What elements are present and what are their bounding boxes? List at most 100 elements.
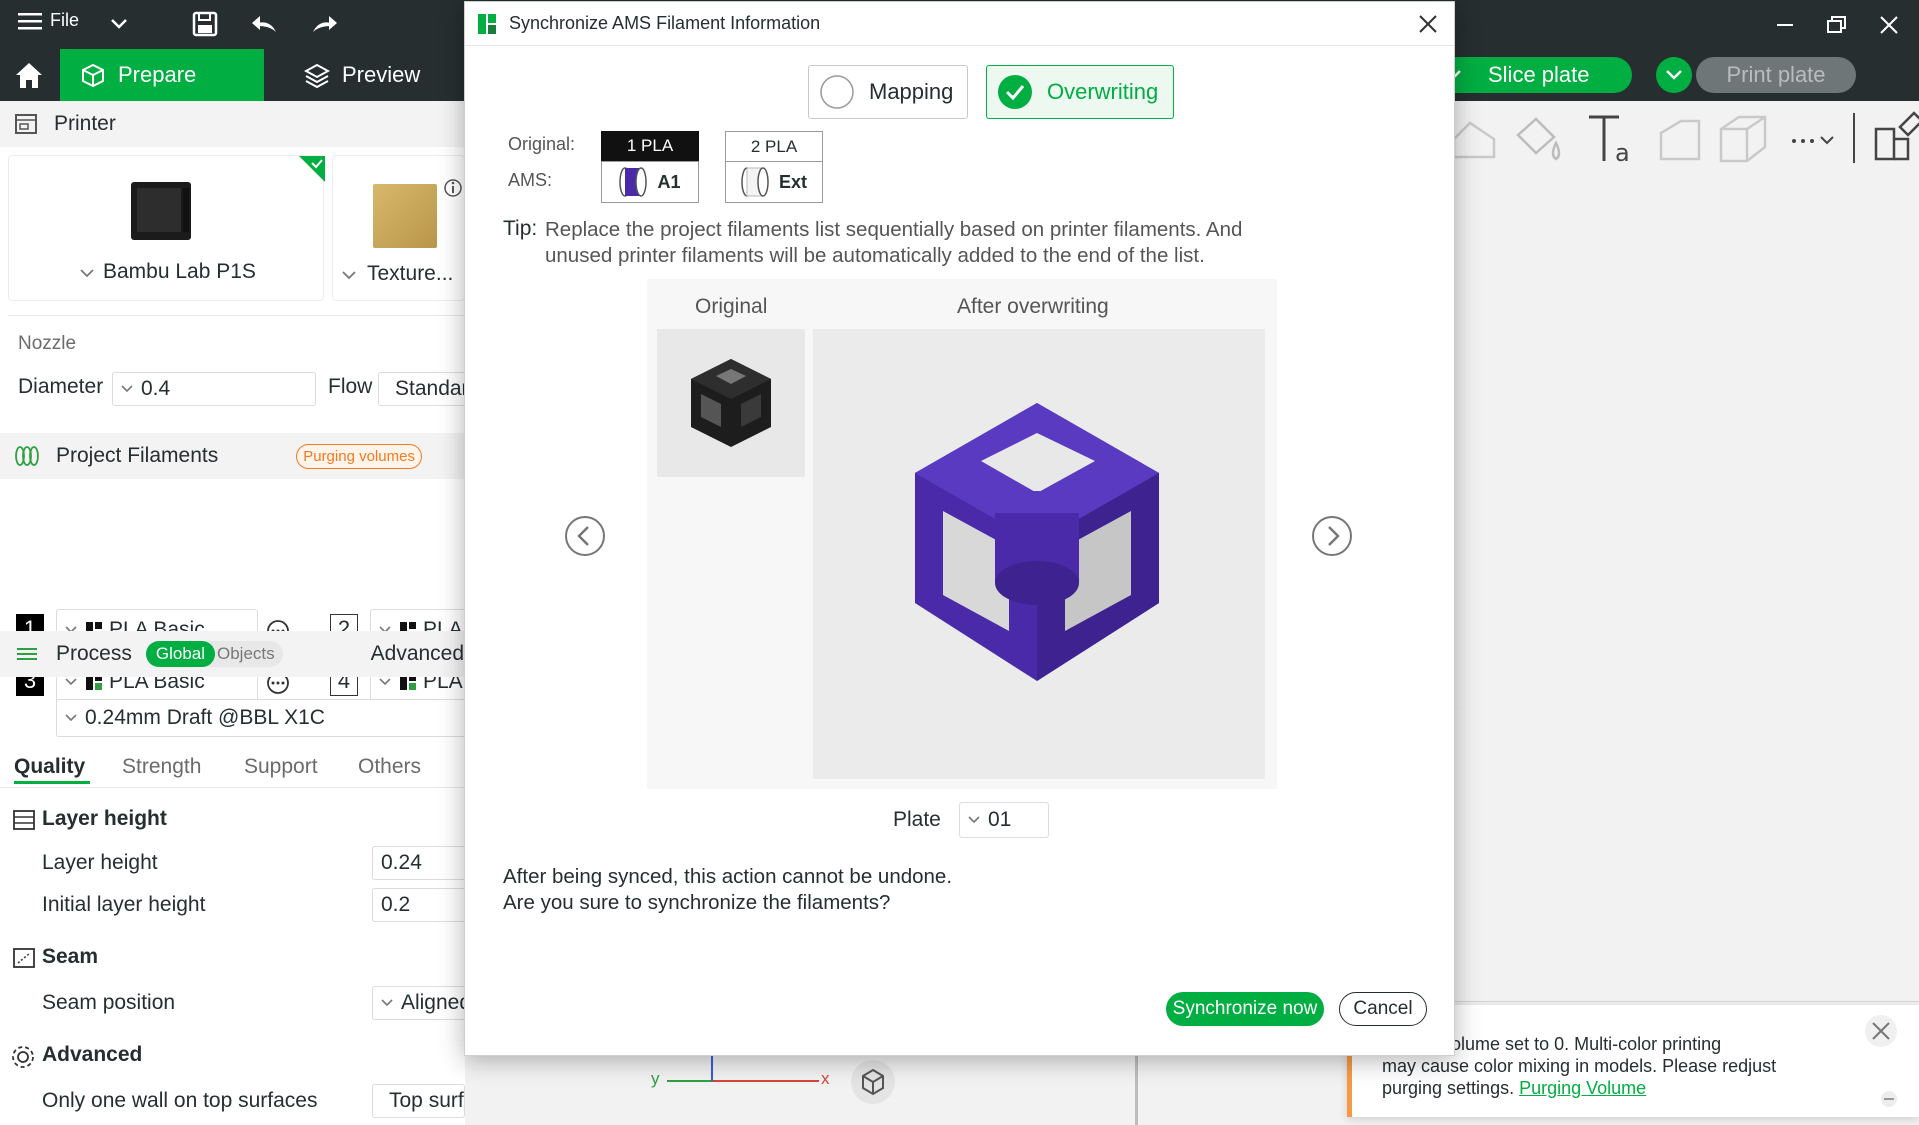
chevron-down-icon[interactable] bbox=[110, 18, 128, 30]
cancel-button[interactable]: Cancel bbox=[1339, 992, 1427, 1026]
y-axis-label: y bbox=[651, 1069, 660, 1088]
diameter-select[interactable]: 0.4 bbox=[112, 372, 316, 406]
color-paint-icon[interactable] bbox=[1510, 113, 1566, 165]
objects-toggle-option[interactable]: Objects bbox=[215, 641, 283, 667]
bambu-logo-icon bbox=[478, 13, 496, 34]
home-icon[interactable] bbox=[14, 61, 44, 89]
plate-value: 01 bbox=[988, 808, 1012, 831]
close-notification-icon[interactable] bbox=[1863, 1013, 1899, 1049]
purging-volume-link[interactable]: Purging Volume bbox=[1519, 1078, 1646, 1098]
sync-ams-dialog: Synchronize AMS Filament Information Map… bbox=[464, 1, 1455, 1056]
text-tool-icon[interactable]: a bbox=[1585, 111, 1641, 167]
printer-section-header: Printer bbox=[0, 101, 465, 147]
next-plate-icon[interactable] bbox=[1311, 515, 1353, 557]
filaments-header-label: Project Filaments bbox=[56, 444, 219, 467]
subtab-strength[interactable]: Strength bbox=[122, 755, 201, 779]
process-layers-icon bbox=[17, 648, 37, 660]
chevron-down-icon bbox=[65, 678, 77, 686]
split-objects-icon[interactable] bbox=[1870, 109, 1919, 165]
one-wall-select[interactable]: Top surfaces bbox=[372, 1084, 465, 1118]
process-profile-value: 0.24mm Draft @BBL X1C bbox=[85, 706, 325, 729]
process-profile-select[interactable]: 0.24mm Draft @BBL X1C bbox=[56, 699, 476, 737]
redo-icon[interactable] bbox=[311, 12, 339, 36]
plate-label: Plate bbox=[893, 808, 941, 831]
chevron-down-icon bbox=[342, 271, 356, 280]
undo-icon[interactable] bbox=[250, 12, 278, 36]
global-objects-toggle[interactable]: Global Objects bbox=[145, 641, 283, 667]
original-row-label: Original: bbox=[508, 134, 576, 154]
toolbar-divider bbox=[1853, 113, 1855, 163]
synchronize-now-button[interactable]: Synchronize now bbox=[1166, 992, 1324, 1026]
subtab-active-underline bbox=[14, 781, 90, 784]
advanced-group-title: Advanced bbox=[42, 1043, 143, 1066]
slice-plate-button[interactable]: Slice plate bbox=[1430, 57, 1632, 93]
assembly-icon[interactable] bbox=[1715, 111, 1771, 167]
printer-thumbnail-icon bbox=[131, 182, 191, 240]
plate-type-card[interactable]: Texture... bbox=[332, 155, 465, 301]
hamburger-icon bbox=[18, 12, 42, 29]
slot2-ams-chip[interactable]: Ext bbox=[725, 161, 823, 203]
initial-layer-height-label: Initial layer height bbox=[42, 893, 206, 916]
plate-select[interactable]: 01 bbox=[959, 802, 1049, 838]
advanced-toggle-label[interactable]: Advanced bbox=[371, 642, 464, 666]
tab-prepare[interactable]: Prepare bbox=[60, 49, 264, 101]
seam-position-label: Seam position bbox=[42, 991, 176, 1014]
print-plate-button[interactable]: Print plate bbox=[1696, 57, 1856, 93]
seam-position-select[interactable]: Aligned bbox=[372, 986, 472, 1020]
info-icon[interactable] bbox=[443, 178, 463, 198]
slot1-ams-chip[interactable]: A1 bbox=[601, 161, 699, 203]
overwriting-option[interactable]: Overwriting bbox=[986, 65, 1174, 119]
print-dropdown-button[interactable] bbox=[1656, 57, 1692, 93]
chevron-down-icon bbox=[80, 269, 94, 278]
subtab-support[interactable]: Support bbox=[244, 755, 318, 779]
file-menu-label: File bbox=[50, 10, 80, 30]
original-thumbnail bbox=[657, 329, 805, 477]
chevron-down-icon bbox=[968, 816, 980, 824]
tip-line-2: unused printer filaments will be automat… bbox=[545, 244, 1205, 267]
layer-height-input[interactable]: 0.24 bbox=[372, 846, 472, 880]
slot2-ams-label: Ext bbox=[778, 171, 807, 192]
view-cube-icon[interactable] bbox=[849, 1058, 897, 1106]
initial-layer-height-input[interactable]: 0.2 bbox=[372, 888, 472, 922]
subtab-others[interactable]: Others bbox=[358, 755, 421, 779]
purple-cube-model-icon bbox=[915, 403, 1159, 681]
file-menu[interactable]: File bbox=[18, 10, 79, 31]
flow-select[interactable]: Standard bbox=[378, 372, 478, 406]
printer-card[interactable]: Bambu Lab P1S bbox=[8, 155, 325, 301]
warning-line-1: After being synced, this action cannot b… bbox=[503, 865, 953, 888]
slot1-ams-label: A1 bbox=[657, 171, 681, 192]
tab-preview[interactable]: Preview bbox=[284, 49, 474, 101]
close-dialog-icon[interactable] bbox=[1417, 13, 1439, 35]
printer-header-label: Printer bbox=[54, 112, 116, 135]
diameter-value: 0.4 bbox=[141, 377, 171, 400]
measure-icon[interactable] bbox=[1655, 113, 1705, 165]
save-icon[interactable] bbox=[192, 11, 218, 37]
purging-volumes-badge[interactable]: Purging volumes bbox=[296, 443, 422, 469]
mapping-option[interactable]: Mapping bbox=[808, 65, 968, 119]
preview-after-label: After overwriting bbox=[957, 295, 1109, 318]
left-sidebar: Printer Bambu Lab P1S Texture... Nozzle … bbox=[0, 101, 480, 1125]
subtab-quality[interactable]: Quality bbox=[14, 755, 85, 779]
global-toggle-option[interactable]: Global bbox=[145, 641, 215, 667]
support-paint-icon[interactable] bbox=[1450, 113, 1500, 165]
printer-name: Bambu Lab P1S bbox=[103, 260, 256, 283]
layer-height-icon bbox=[13, 810, 35, 830]
selected-corner-icon bbox=[299, 156, 325, 182]
flow-label: Flow bbox=[328, 375, 373, 398]
tip-label: Tip: bbox=[503, 217, 538, 240]
seam-icon bbox=[13, 948, 35, 968]
chevron-down-icon bbox=[65, 714, 77, 722]
dialog-title: Synchronize AMS Filament Information bbox=[509, 13, 821, 33]
minimize-icon[interactable] bbox=[1774, 14, 1796, 36]
more-tools-icon[interactable] bbox=[1789, 131, 1839, 151]
close-window-icon[interactable] bbox=[1878, 14, 1900, 36]
one-wall-label: Only one wall on top surfaces bbox=[42, 1089, 318, 1112]
collapse-notification-icon[interactable] bbox=[1879, 1089, 1899, 1109]
diameter-label: Diameter bbox=[18, 375, 104, 398]
previous-plate-icon[interactable] bbox=[564, 515, 606, 557]
slot1-original-chip: 1 PLA bbox=[601, 131, 699, 161]
one-wall-value: Top surfaces bbox=[389, 1089, 464, 1112]
restore-icon[interactable] bbox=[1826, 14, 1848, 36]
chevron-down-icon bbox=[1666, 70, 1682, 80]
gear-icon bbox=[12, 1046, 34, 1068]
